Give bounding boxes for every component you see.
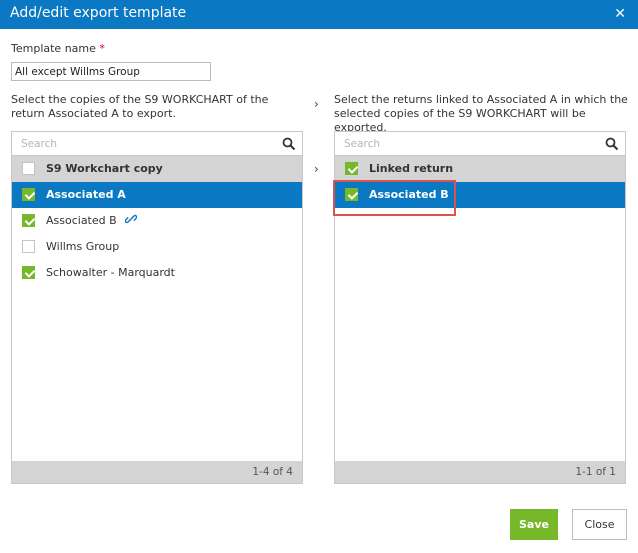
close-icon[interactable]: ✕: [614, 6, 626, 22]
left-description: Select the copies of the S9 WORKCHART of…: [11, 93, 269, 120]
left-search-input[interactable]: [12, 132, 302, 155]
item-label: Schowalter - Marquardt: [46, 266, 175, 279]
right-search-box: [335, 132, 625, 156]
link-icon[interactable]: [124, 208, 137, 234]
close-button[interactable]: Close: [572, 509, 627, 540]
right-search-input[interactable]: [335, 132, 625, 155]
right-pagination: 1-1 of 1: [335, 461, 625, 483]
list-item[interactable]: Willms Group: [12, 234, 302, 260]
dialog-title: Add/edit export template: [10, 5, 187, 21]
left-pagination: 1-4 of 4: [12, 461, 302, 483]
item-checkbox[interactable]: [22, 188, 35, 201]
workchart-copies-panel: S9 Workchart copy Associated AAssociated…: [11, 131, 303, 484]
template-name-input[interactable]: [11, 62, 211, 81]
chevron-right-icon: ›: [314, 162, 319, 176]
right-header-label: Linked return: [369, 162, 454, 175]
chevron-right-icon: ›: [314, 97, 319, 111]
left-list: Associated A Associated B Willms Group Scho…: [12, 182, 302, 286]
template-name-label: Template name *: [11, 42, 105, 55]
right-description: Select the returns linked to Associated …: [334, 93, 628, 134]
select-all-checkbox[interactable]: [22, 162, 35, 175]
item-checkbox[interactable]: [22, 240, 35, 253]
item-checkbox[interactable]: [22, 266, 35, 279]
list-item[interactable]: Schowalter - Marquardt: [12, 260, 302, 286]
item-label: Willms Group: [46, 240, 120, 253]
left-header-label: S9 Workchart copy: [46, 162, 163, 175]
list-item[interactable]: Associated A: [12, 182, 302, 208]
item-label: Associated A: [46, 188, 126, 201]
search-icon[interactable]: [282, 137, 296, 151]
dialog-titlebar: Add/edit export template ✕: [0, 0, 638, 29]
highlight-box: [333, 180, 456, 216]
search-icon[interactable]: [605, 137, 619, 151]
item-checkbox[interactable]: [22, 214, 35, 227]
template-name-label-text: Template name: [11, 42, 96, 55]
required-marker: *: [99, 42, 105, 55]
right-header-row[interactable]: Linked return: [335, 156, 625, 182]
save-button[interactable]: Save: [510, 509, 558, 540]
left-search-box: [12, 132, 302, 156]
select-all-checkbox[interactable]: [345, 162, 358, 175]
list-item[interactable]: Associated B: [12, 208, 302, 234]
item-label: Associated B: [46, 214, 117, 227]
left-header-row[interactable]: S9 Workchart copy: [12, 156, 302, 182]
